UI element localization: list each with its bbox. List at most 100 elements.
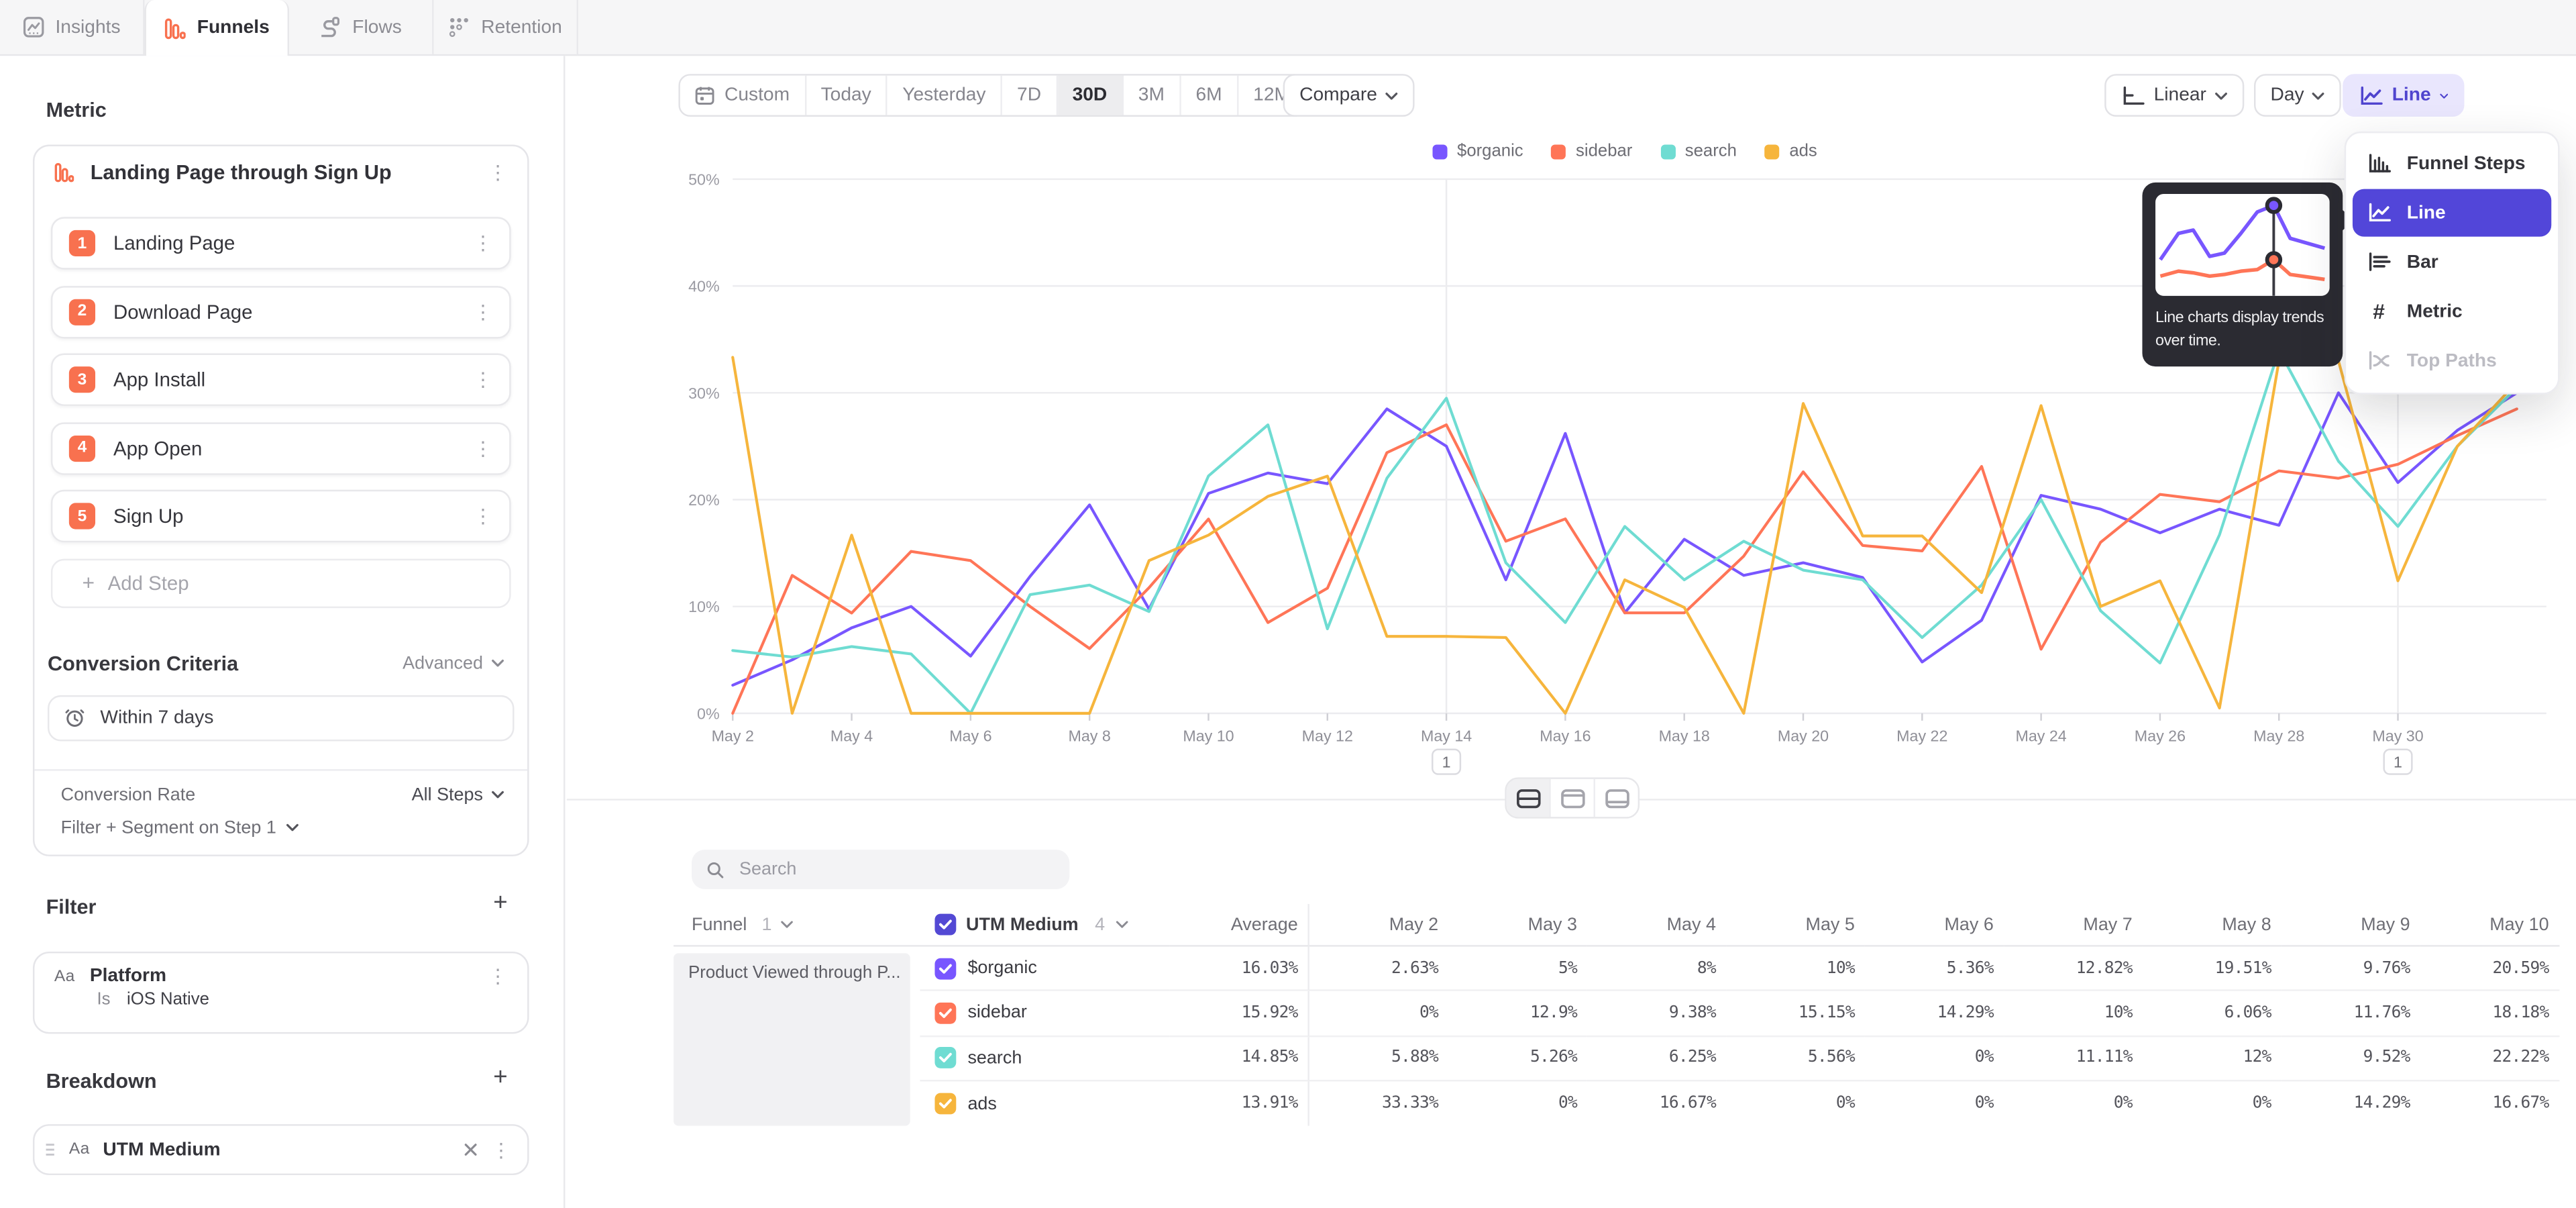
chart-type-button[interactable]: Line — [2343, 74, 2464, 117]
column-header-date[interactable]: May 5 — [1726, 904, 1865, 947]
table-value-cell: 5.88% — [1309, 1036, 1448, 1081]
menu-item-line[interactable]: Line — [2353, 189, 2551, 237]
funnel-step-2[interactable]: 2 Download Page ⋮ — [51, 285, 511, 338]
column-header-average[interactable]: Average — [1170, 904, 1309, 947]
select-all-checkbox[interactable] — [934, 914, 956, 936]
layout-chart-toggle[interactable] — [1551, 779, 1595, 817]
conversion-window-control[interactable]: Within 7 days — [48, 695, 515, 741]
table-row-label-ads[interactable]: ads — [920, 1081, 1169, 1126]
column-header-date[interactable]: May 8 — [2142, 904, 2281, 947]
table-value-cell: 18.18% — [2420, 991, 2559, 1036]
tab-insights[interactable]: Insights — [0, 0, 145, 54]
table-value-cell: 11.76% — [2281, 991, 2420, 1036]
menu-item-bar[interactable]: Bar — [2353, 238, 2551, 286]
svg-text:May 22: May 22 — [1896, 727, 1947, 744]
advanced-toggle[interactable]: Advanced — [402, 653, 504, 672]
kebab-menu-icon[interactable]: ⋮ — [488, 966, 507, 986]
conversion-rate-selector[interactable]: All Steps — [412, 785, 504, 804]
tab-flows[interactable]: Flows — [289, 0, 434, 54]
kebab-menu-icon[interactable]: ⋮ — [491, 1140, 511, 1159]
range-button-7d[interactable]: 7D — [1002, 76, 1058, 115]
svg-text:May 20: May 20 — [1778, 727, 1829, 744]
funnel-column-header[interactable]: Funnel 1 — [674, 904, 920, 947]
svg-text:10%: 10% — [688, 598, 720, 615]
funnel-step-1[interactable]: 1 Landing Page ⋮ — [51, 217, 511, 269]
menu-item-funnel-steps[interactable]: Funnel Steps — [2353, 140, 2551, 187]
column-header-date[interactable]: May 10 — [2420, 904, 2559, 947]
range-button-custom[interactable]: Custom — [680, 76, 806, 115]
table-value-cell: 10% — [1726, 947, 1865, 992]
column-header-date[interactable]: May 9 — [2281, 904, 2420, 947]
layout-split-toggle[interactable] — [1507, 779, 1551, 817]
add-step-button[interactable]: + Add Step — [51, 558, 511, 607]
annotation-badge[interactable]: 1 — [1432, 750, 1460, 774]
menu-item-top-paths[interactable]: Top Paths — [2353, 337, 2551, 385]
funnel-group-cell[interactable]: Product Viewed through P... — [674, 953, 910, 1126]
table-value-cell: 13.91% — [1170, 1081, 1309, 1126]
column-header-date[interactable]: May 3 — [1448, 904, 1587, 947]
table-row-label-organic[interactable]: $organic — [920, 947, 1169, 992]
axis-scale-button[interactable]: Linear — [2104, 74, 2244, 117]
filter-value[interactable]: iOS Native — [127, 989, 209, 1009]
annotation-badge[interactable]: 1 — [2384, 750, 2412, 774]
range-button-3m[interactable]: 3M — [1124, 76, 1181, 115]
layout-table-toggle[interactable] — [1595, 779, 1638, 817]
drag-handle-icon[interactable] — [44, 1142, 56, 1157]
range-button-30d[interactable]: 30D — [1058, 76, 1124, 115]
series-checkbox[interactable] — [934, 1093, 956, 1115]
tab-funnels[interactable]: Funnels — [145, 0, 290, 56]
series-checkbox[interactable] — [934, 1048, 956, 1069]
series-checkbox[interactable] — [934, 958, 956, 979]
table-value-cell: 12.9% — [1448, 991, 1587, 1036]
kebab-menu-icon[interactable]: ⋮ — [488, 162, 507, 182]
funnel-step-4[interactable]: 4 App Open ⋮ — [51, 421, 511, 474]
table-value-cell: 6.06% — [2142, 991, 2281, 1036]
column-header-date[interactable]: May 7 — [2004, 904, 2143, 947]
funnel-step-5[interactable]: 5 Sign Up ⋮ — [51, 490, 511, 542]
kebab-menu-icon[interactable]: ⋮ — [473, 370, 492, 389]
range-button-yesterday[interactable]: Yesterday — [888, 76, 1002, 115]
interval-button[interactable]: Day — [2254, 74, 2342, 117]
column-header-date[interactable]: May 2 — [1309, 904, 1448, 947]
kebab-menu-icon[interactable]: ⋮ — [473, 506, 492, 525]
filter-operator[interactable]: Is — [97, 989, 110, 1009]
search-input[interactable] — [736, 858, 1055, 880]
funnel-metric-row[interactable]: Landing Page through Sign Up ⋮ — [34, 146, 527, 199]
table-row-label-sidebar[interactable]: sidebar — [920, 991, 1169, 1036]
compare-button[interactable]: Compare — [1283, 74, 1415, 117]
series-line-sidebar[interactable] — [733, 409, 2517, 713]
insights-icon — [22, 16, 44, 38]
column-header-date[interactable]: May 6 — [1865, 904, 2004, 947]
step-number-badge: 3 — [69, 366, 95, 393]
funnel-step-3[interactable]: 3 App Install ⋮ — [51, 354, 511, 406]
table-value-cell: 5% — [1448, 947, 1587, 992]
column-header-date[interactable]: May 4 — [1587, 904, 1726, 947]
table-value-cell: 0% — [1448, 1081, 1587, 1126]
filter-heading: Filter — [46, 896, 97, 919]
series-checkbox[interactable] — [934, 1003, 956, 1024]
add-filter-button[interactable]: + — [493, 893, 507, 915]
kebab-menu-icon[interactable]: ⋮ — [473, 234, 492, 253]
add-breakdown-button[interactable]: + — [493, 1066, 507, 1089]
range-button-today[interactable]: Today — [806, 76, 888, 115]
filter-property: Platform — [90, 966, 473, 986]
scale-label: Linear — [2154, 85, 2206, 105]
metric-card: Landing Page through Sign Up ⋮ 1 Landing… — [33, 145, 529, 856]
add-step-label: Add Step — [108, 571, 189, 594]
menu-item-metric[interactable]: # Metric — [2353, 288, 2551, 336]
flows-icon — [319, 16, 341, 38]
table-row-label-search[interactable]: search — [920, 1036, 1169, 1081]
compare-label: Compare — [1299, 85, 1377, 105]
table-search[interactable] — [692, 850, 1069, 889]
tab-retention[interactable]: Retention — [434, 0, 579, 54]
kebab-menu-icon[interactable]: ⋮ — [473, 438, 492, 458]
filter-segment-toggle[interactable]: Filter + Segment on Step 1 — [34, 805, 527, 854]
range-button-6m[interactable]: 6M — [1181, 76, 1238, 115]
breakdown-column-header[interactable]: UTM Medium 4 — [920, 904, 1169, 947]
remove-breakdown-icon[interactable] — [464, 1142, 478, 1157]
menu-item-label: Bar — [2407, 252, 2438, 272]
kebab-menu-icon[interactable]: ⋮ — [473, 301, 492, 321]
breakdown-card[interactable]: Aa UTM Medium ⋮ — [33, 1124, 529, 1175]
series-line-ads[interactable] — [733, 357, 2517, 713]
filter-card[interactable]: Aa Platform ⋮ Is iOS Native — [33, 952, 529, 1034]
